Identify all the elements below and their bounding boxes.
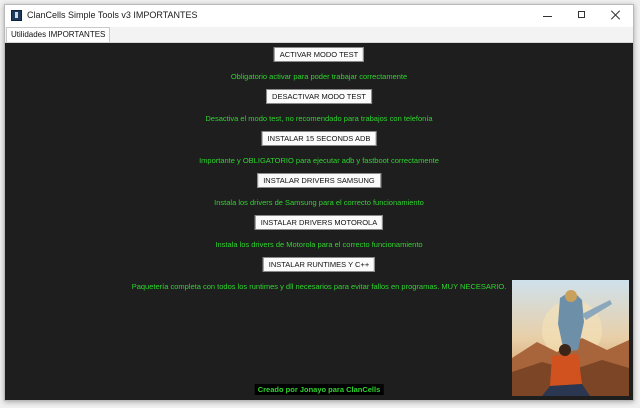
instalar-drivers-motorola-button[interactable]: INSTALAR DRIVERS MOTOROLA <box>254 215 384 230</box>
instalar-15-seconds-adb-button[interactable]: INSTALAR 15 SECONDS ADB <box>261 131 377 146</box>
main-panel: ACTIVAR MODO TEST Obligatorio activar pa… <box>5 43 633 400</box>
credit-label: Creado por Jonayo para ClanCells <box>254 384 384 395</box>
activar-modo-test-description: Obligatorio activar para poder trabajar … <box>230 72 408 81</box>
app-window: ClanCells Simple Tools v3 IMPORTANTES Ut… <box>4 4 634 401</box>
tab-bar: Utilidades IMPORTANTES <box>5 27 633 43</box>
minimize-button[interactable] <box>531 5 565 27</box>
minimize-icon <box>543 16 552 17</box>
app-icon <box>11 10 22 21</box>
instalar-drivers-samsung-description: Instala los drivers de Samsung para el c… <box>214 198 424 207</box>
instalar-15-seconds-adb-description: Importante y OBLIGATORIO para ejecutar a… <box>199 156 439 165</box>
desactivar-modo-test-button[interactable]: DESACTIVAR MODO TEST <box>266 89 372 104</box>
instalar-drivers-samsung-button[interactable]: INSTALAR DRIVERS SAMSUNG <box>257 173 381 188</box>
close-icon <box>611 10 621 20</box>
tab-utilidades-importantes[interactable]: Utilidades IMPORTANTES <box>6 27 111 42</box>
maximize-button[interactable] <box>565 5 599 27</box>
activar-modo-test-button[interactable]: ACTIVAR MODO TEST <box>273 47 365 62</box>
decorative-illustration <box>512 280 629 396</box>
instalar-drivers-motorola-description: Instala los drivers de Motorola para el … <box>215 240 423 249</box>
title-bar[interactable]: ClanCells Simple Tools v3 IMPORTANTES <box>5 5 633 27</box>
close-button[interactable] <box>599 5 633 27</box>
instalar-runtimes-button[interactable]: INSTALAR RUNTIMES Y C++ <box>262 257 376 272</box>
maximize-icon <box>578 11 585 18</box>
desactivar-modo-test-description: Desactiva el modo test, no recomendado p… <box>205 114 433 123</box>
window-title: ClanCells Simple Tools v3 IMPORTANTES <box>27 10 198 20</box>
